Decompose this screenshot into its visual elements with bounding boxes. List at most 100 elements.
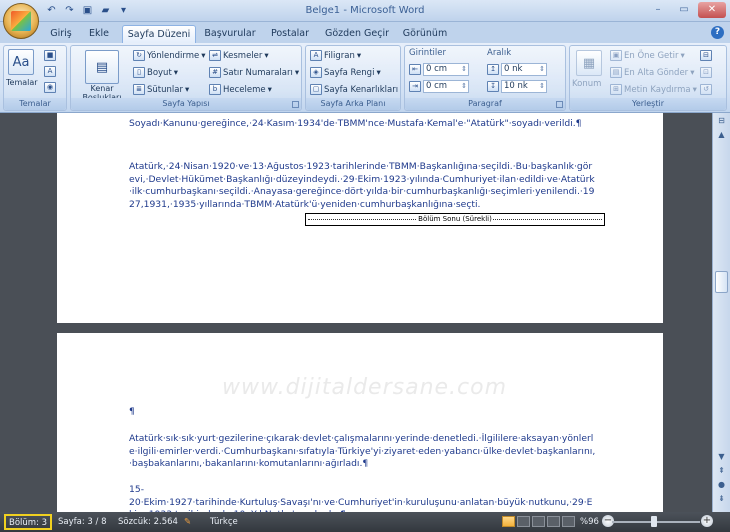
- minimize-button[interactable]: –: [646, 2, 670, 18]
- tab-ekle[interactable]: Ekle: [84, 25, 114, 43]
- maximize-button[interactable]: ▭: [672, 2, 696, 18]
- group-sayfa-yapisi: ▤ Kenar Boşlukları ↻Yönlendirme ▾ ▯Boyut…: [70, 45, 302, 111]
- columns-button[interactable]: ≣ Sütunlar ▾: [133, 84, 189, 95]
- word-window: Belge1 - Microsoft Word ↶ ↷ ▣ ▰ ▾ – ▭ ✕ …: [0, 0, 730, 532]
- print-layout-view-icon[interactable]: [502, 516, 515, 527]
- paragraph[interactable]: 15-20·Ekim·1927·tarihinde·Kurtuluş·Savaş…: [129, 484, 597, 512]
- ruler-toggle-icon[interactable]: ⊟: [715, 115, 728, 127]
- text-wrapping-button[interactable]: ⊞ Metin Kaydırma ▾: [610, 84, 697, 95]
- page-indicator[interactable]: Sayfa: 3 / 8: [58, 516, 107, 529]
- empty-paragraph-mark[interactable]: ¶: [129, 406, 597, 419]
- dialog-launcher-icon[interactable]: [556, 101, 563, 108]
- size-button[interactable]: ▯ Boyut ▾: [133, 67, 178, 78]
- customize-qat-icon[interactable]: ▾: [116, 4, 131, 18]
- indent-left-icon: ⇤: [409, 64, 421, 75]
- paragraph[interactable]: Atatürk,·24·Nisan·1920·ve·13·Ağustos·192…: [129, 161, 597, 211]
- paragraph[interactable]: Soyadı·Kanunu·gereğince,·24·Kasım·1934'd…: [129, 118, 597, 131]
- bring-to-front-icon: ▣: [610, 50, 622, 61]
- section-break-marker[interactable]: Bölüm Sonu (Sürekli): [305, 213, 605, 226]
- zoom-slider-thumb[interactable]: [651, 516, 657, 527]
- group-temalar: Aa Temalar ■ A ◉ Temalar: [3, 45, 67, 111]
- window-controls: – ▭ ✕: [646, 2, 726, 18]
- page[interactable]: Soyadı·Kanunu·gereğince,·24·Kasım·1934'd…: [57, 113, 663, 323]
- vertical-scrollbar[interactable]: ⊟ ▲ ▼ ⇞ ● ⇟: [712, 113, 730, 512]
- undo-icon[interactable]: ↶: [44, 4, 59, 18]
- group-label: Yerleştir: [570, 98, 726, 110]
- save-icon[interactable]: ▣: [80, 4, 95, 18]
- theme-effects-icon[interactable]: ◉: [44, 82, 56, 93]
- dialog-launcher-icon[interactable]: [292, 101, 299, 108]
- draft-view-icon[interactable]: [562, 516, 575, 527]
- quick-access-toolbar: ↶ ↷ ▣ ▰ ▾: [44, 4, 131, 18]
- page-color-button[interactable]: ◈ Sayfa Rengi ▾: [310, 67, 381, 78]
- tab-postalar[interactable]: Postalar: [266, 25, 314, 43]
- watermark-text: www.dijitaldersane.com: [222, 375, 508, 400]
- spacing-after-field[interactable]: ↧ 10 nk: [487, 80, 547, 93]
- indent-right-icon: ⇥: [409, 81, 421, 92]
- indent-left-field[interactable]: ⇤ 0 cm: [409, 63, 469, 76]
- office-button[interactable]: [3, 3, 39, 39]
- tab-basvurular[interactable]: Başvurular: [202, 25, 258, 43]
- page-size-icon: ▯: [133, 67, 145, 78]
- spacing-after-icon: ↧: [487, 81, 499, 92]
- align-icon[interactable]: ⊟: [700, 50, 712, 61]
- status-bar: Bölüm: 3 Sayfa: 3 / 8 Sözcük: 2.564 ✎ Tü…: [0, 512, 730, 532]
- indent-right-field[interactable]: ⇥ 0 cm: [409, 80, 469, 93]
- browse-object-icon[interactable]: ●: [715, 479, 728, 491]
- watermark-icon: A: [310, 50, 322, 61]
- proofing-icon[interactable]: ✎: [184, 516, 191, 529]
- redo-icon[interactable]: ↷: [62, 4, 77, 18]
- breaks-button[interactable]: ⇌ Kesmeler ▾: [209, 50, 269, 61]
- send-to-back-button[interactable]: ▤ En Alta Gönder ▾: [610, 67, 694, 78]
- web-layout-icon[interactable]: [532, 516, 545, 527]
- paragraph[interactable]: Atatürk·sık·sık·yurt·gezilerine·çıkarak·…: [129, 433, 597, 471]
- hyphenation-button[interactable]: b Heceleme ▾: [209, 84, 272, 95]
- theme-colors-icon[interactable]: ■: [44, 50, 56, 61]
- section-indicator[interactable]: Bölüm: 3: [4, 514, 53, 530]
- spacing-before-field[interactable]: ↥ 0 nk: [487, 63, 547, 76]
- margins-icon[interactable]: ▤: [85, 50, 119, 84]
- title-bar: Belge1 - Microsoft Word ↶ ↷ ▣ ▰ ▾ – ▭ ✕: [0, 0, 730, 22]
- orientation-button[interactable]: ↻ Yönlendirme ▾: [133, 50, 206, 61]
- scroll-thumb[interactable]: [715, 271, 728, 293]
- outline-view-icon[interactable]: [547, 516, 560, 527]
- theme-fonts-icon[interactable]: A: [44, 66, 56, 77]
- hyphenation-icon: b: [209, 84, 221, 95]
- full-screen-reading-icon[interactable]: [517, 516, 530, 527]
- group-label: Temalar: [4, 98, 66, 110]
- document-area[interactable]: Soyadı·Kanunu·gereğince,·24·Kasım·1934'd…: [0, 113, 712, 512]
- position-button[interactable]: Konum: [572, 79, 601, 89]
- scroll-up-icon[interactable]: ▲: [715, 129, 728, 141]
- position-icon[interactable]: ▦: [576, 50, 602, 76]
- tab-gozden-gecir[interactable]: Gözden Geçir: [324, 25, 390, 43]
- rotate-icon[interactable]: ↺: [700, 84, 712, 95]
- group-label: Paragraf: [405, 98, 565, 110]
- help-icon[interactable]: ?: [711, 26, 724, 39]
- scroll-down-icon[interactable]: ▼: [715, 451, 728, 463]
- bring-to-front-button[interactable]: ▣ En Öne Getir ▾: [610, 50, 685, 61]
- language-indicator[interactable]: Türkçe: [210, 516, 238, 529]
- group-objects-icon[interactable]: ⊡: [700, 67, 712, 78]
- zoom-in-icon[interactable]: +: [701, 515, 713, 527]
- word-count[interactable]: Sözcük: 2.564: [118, 516, 178, 529]
- text-wrapping-icon: ⊞: [610, 84, 622, 95]
- themes-button[interactable]: Temalar: [6, 78, 38, 87]
- watermark-button[interactable]: A Filigran ▾: [310, 50, 361, 61]
- tab-giris[interactable]: Giriş: [46, 25, 76, 43]
- tab-gorunum[interactable]: Görünüm: [400, 25, 450, 43]
- send-to-back-icon: ▤: [610, 67, 622, 78]
- line-numbers-button[interactable]: # Satır Numaraları ▾: [209, 67, 299, 78]
- next-page-icon[interactable]: ⇟: [715, 493, 728, 505]
- tab-sayfa-duzeni[interactable]: Sayfa Düzeni: [122, 25, 196, 43]
- themes-icon[interactable]: Aa: [8, 49, 34, 75]
- close-button[interactable]: ✕: [698, 2, 726, 18]
- group-sayfa-arka-plani: A Filigran ▾ ◈ Sayfa Rengi ▾ ▢ Sayfa Kenarl…: [305, 45, 401, 111]
- indent-label: Girintiler: [409, 48, 446, 58]
- open-folder-icon[interactable]: ▰: [98, 4, 113, 18]
- zoom-level[interactable]: %96: [580, 516, 599, 529]
- page[interactable]: www.dijitaldersane.com ¶ Atatürk·sık·sık…: [57, 333, 663, 512]
- previous-page-icon[interactable]: ⇞: [715, 465, 728, 477]
- breaks-icon: ⇌: [209, 50, 221, 61]
- office-logo-icon: [11, 11, 31, 31]
- page-borders-button[interactable]: ▢ Sayfa Kenarlıkları: [310, 84, 398, 95]
